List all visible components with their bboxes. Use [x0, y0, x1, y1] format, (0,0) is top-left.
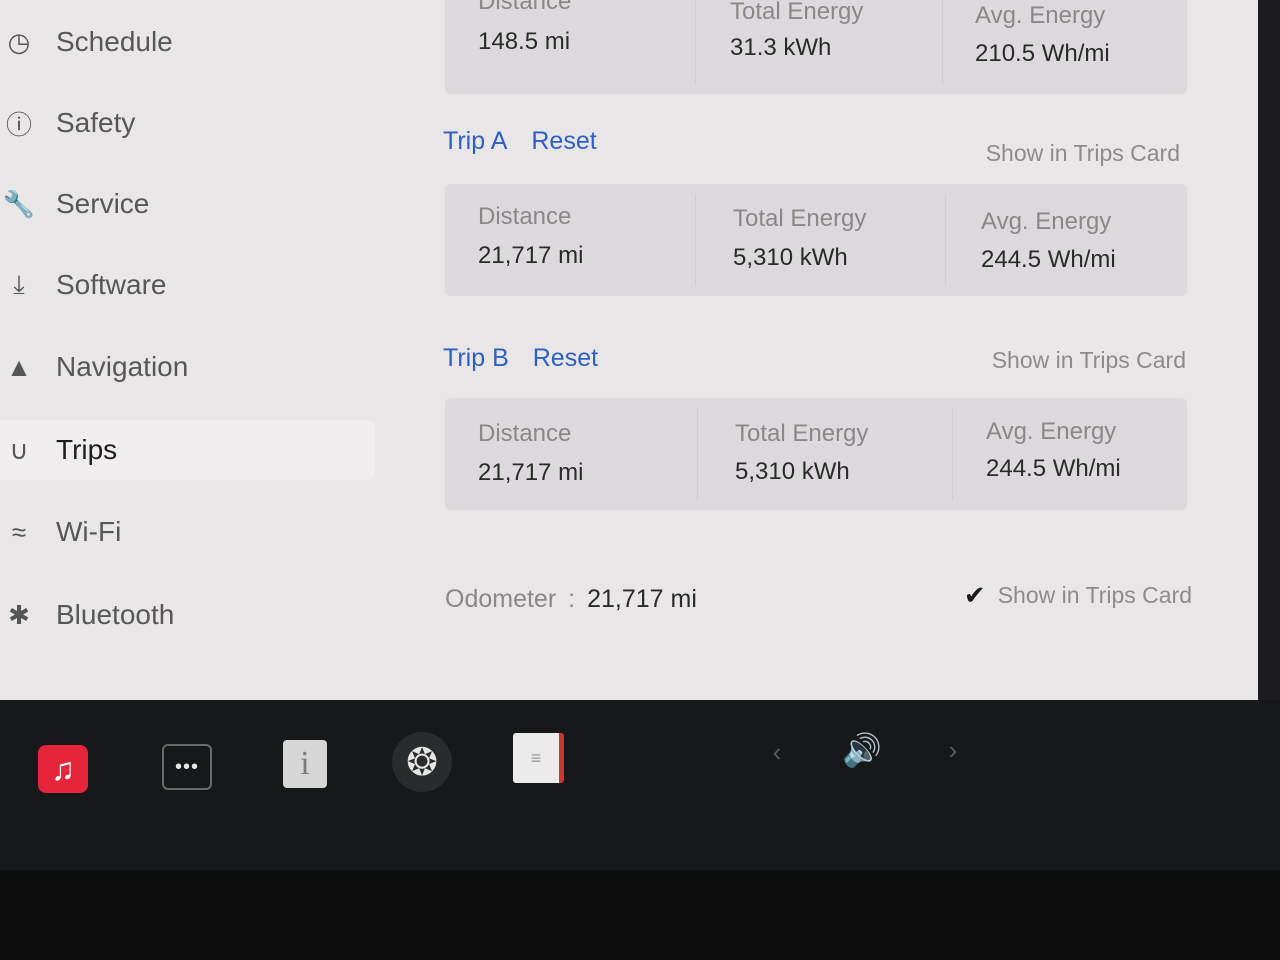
- notes-icon: ≡: [530, 747, 542, 768]
- trip-a-title: Trip A: [443, 126, 508, 155]
- stat-label: Avg. Energy: [975, 2, 1106, 29]
- chevron-right-icon: ›: [948, 734, 958, 765]
- energy-stat: Total Energy 31.3 kWh: [697, 0, 947, 94]
- stat-label: Distance: [478, 0, 572, 15]
- fan-button[interactable]: ❂: [392, 732, 452, 792]
- music-note-icon: ♫: [51, 750, 75, 787]
- stat-value: 148.5 mi: [478, 28, 571, 55]
- stat-label: Total Energy: [730, 0, 864, 25]
- trip-a-header: Trip A Reset: [443, 125, 597, 157]
- avg-energy-stat: Avg. Energy 244.5 Wh/mi: [953, 398, 1203, 510]
- stat-label: Avg. Energy: [986, 418, 1117, 445]
- avg-energy-stat: Avg. Energy 210.5 Wh/mi: [942, 0, 1192, 94]
- checkmark-icon: ✔: [963, 580, 986, 610]
- odometer-label: Odometer: [445, 585, 557, 613]
- trip-a-show-in-trips-card-toggle[interactable]: Show in Trips Card: [986, 140, 1180, 167]
- more-apps-button[interactable]: •••: [162, 744, 212, 790]
- stat-label: Distance: [478, 420, 572, 447]
- column-divider: [697, 408, 698, 500]
- since-last-charge-card: Distance 148.5 mi Total Energy 31.3 kWh …: [445, 0, 1187, 94]
- trip-b-header: Trip B Reset: [443, 342, 598, 374]
- column-divider: [695, 0, 696, 84]
- music-button[interactable]: ♫: [38, 745, 88, 793]
- trip-b-reset-button[interactable]: Reset: [533, 344, 598, 373]
- stat-value: 21,717 mi: [478, 459, 584, 486]
- stat-value: 5,310 kWh: [733, 244, 848, 271]
- show-card-label: Show in Trips Card: [985, 140, 1180, 166]
- volume-button[interactable]: 🔊: [832, 728, 892, 772]
- trip-a-reset-button[interactable]: Reset: [531, 127, 596, 156]
- trip-b-show-in-trips-card-toggle[interactable]: Show in Trips Card: [992, 347, 1186, 374]
- odometer-value: 21,717 mi: [587, 585, 697, 613]
- owners-manual-button[interactable]: i: [283, 740, 327, 788]
- stat-label: Total Energy: [733, 205, 867, 232]
- stat-value: 244.5 Wh/mi: [986, 455, 1121, 482]
- stat-value: 5,310 kWh: [735, 458, 850, 485]
- energy-stat: Total Energy 5,310 kWh: [702, 398, 952, 510]
- stat-value: 244.5 Wh/mi: [981, 246, 1116, 273]
- stat-value: 31.3 kWh: [730, 34, 832, 61]
- volume-up-button[interactable]: ›: [938, 733, 968, 767]
- screen-bezel: [0, 870, 1280, 960]
- column-divider: [945, 194, 946, 286]
- trip-a-card: Distance 21,717 mi Total Energy 5,310 kW…: [445, 184, 1187, 296]
- stat-value: 21,717 mi: [478, 242, 584, 269]
- owners-manual-icon: i: [300, 745, 310, 782]
- trips-content: Distance 148.5 mi Total Energy 31.3 kWh …: [0, 0, 1258, 700]
- column-divider: [695, 194, 696, 286]
- odometer-separator: :: [568, 585, 576, 613]
- energy-stat: Total Energy 5,310 kWh: [700, 184, 950, 296]
- trip-b-card: Distance 21,717 mi Total Energy 5,310 kW…: [445, 398, 1187, 510]
- notes-button[interactable]: ≡: [513, 733, 564, 783]
- settings-screen: ◷ Schedule ⓘ Safety 🔧 Service ⤓ Software…: [0, 0, 1258, 700]
- volume-icon: 🔊: [842, 732, 882, 768]
- odometer-show-in-trips-card-toggle[interactable]: ✔ Show in Trips Card: [964, 580, 1192, 611]
- stat-label: Distance: [478, 203, 572, 230]
- odometer-row: Odometer : 21,717 mi: [445, 585, 697, 614]
- distance-stat: Distance 21,717 mi: [445, 184, 695, 296]
- show-card-label: Show in Trips Card: [991, 347, 1186, 373]
- distance-stat: Distance 21,717 mi: [445, 398, 695, 510]
- more-dots-icon: •••: [174, 755, 199, 778]
- distance-stat: Distance 148.5 mi: [445, 0, 695, 94]
- volume-down-button[interactable]: ‹: [762, 735, 792, 769]
- show-card-label: Show in Trips Card: [997, 582, 1192, 608]
- avg-energy-stat: Avg. Energy 244.5 Wh/mi: [948, 184, 1198, 296]
- stat-value: 210.5 Wh/mi: [975, 40, 1110, 67]
- trip-b-title: Trip B: [443, 343, 509, 372]
- stat-label: Total Energy: [735, 420, 869, 447]
- chevron-left-icon: ‹: [772, 736, 782, 767]
- fan-icon: ❂: [406, 741, 438, 784]
- stat-label: Avg. Energy: [981, 208, 1112, 235]
